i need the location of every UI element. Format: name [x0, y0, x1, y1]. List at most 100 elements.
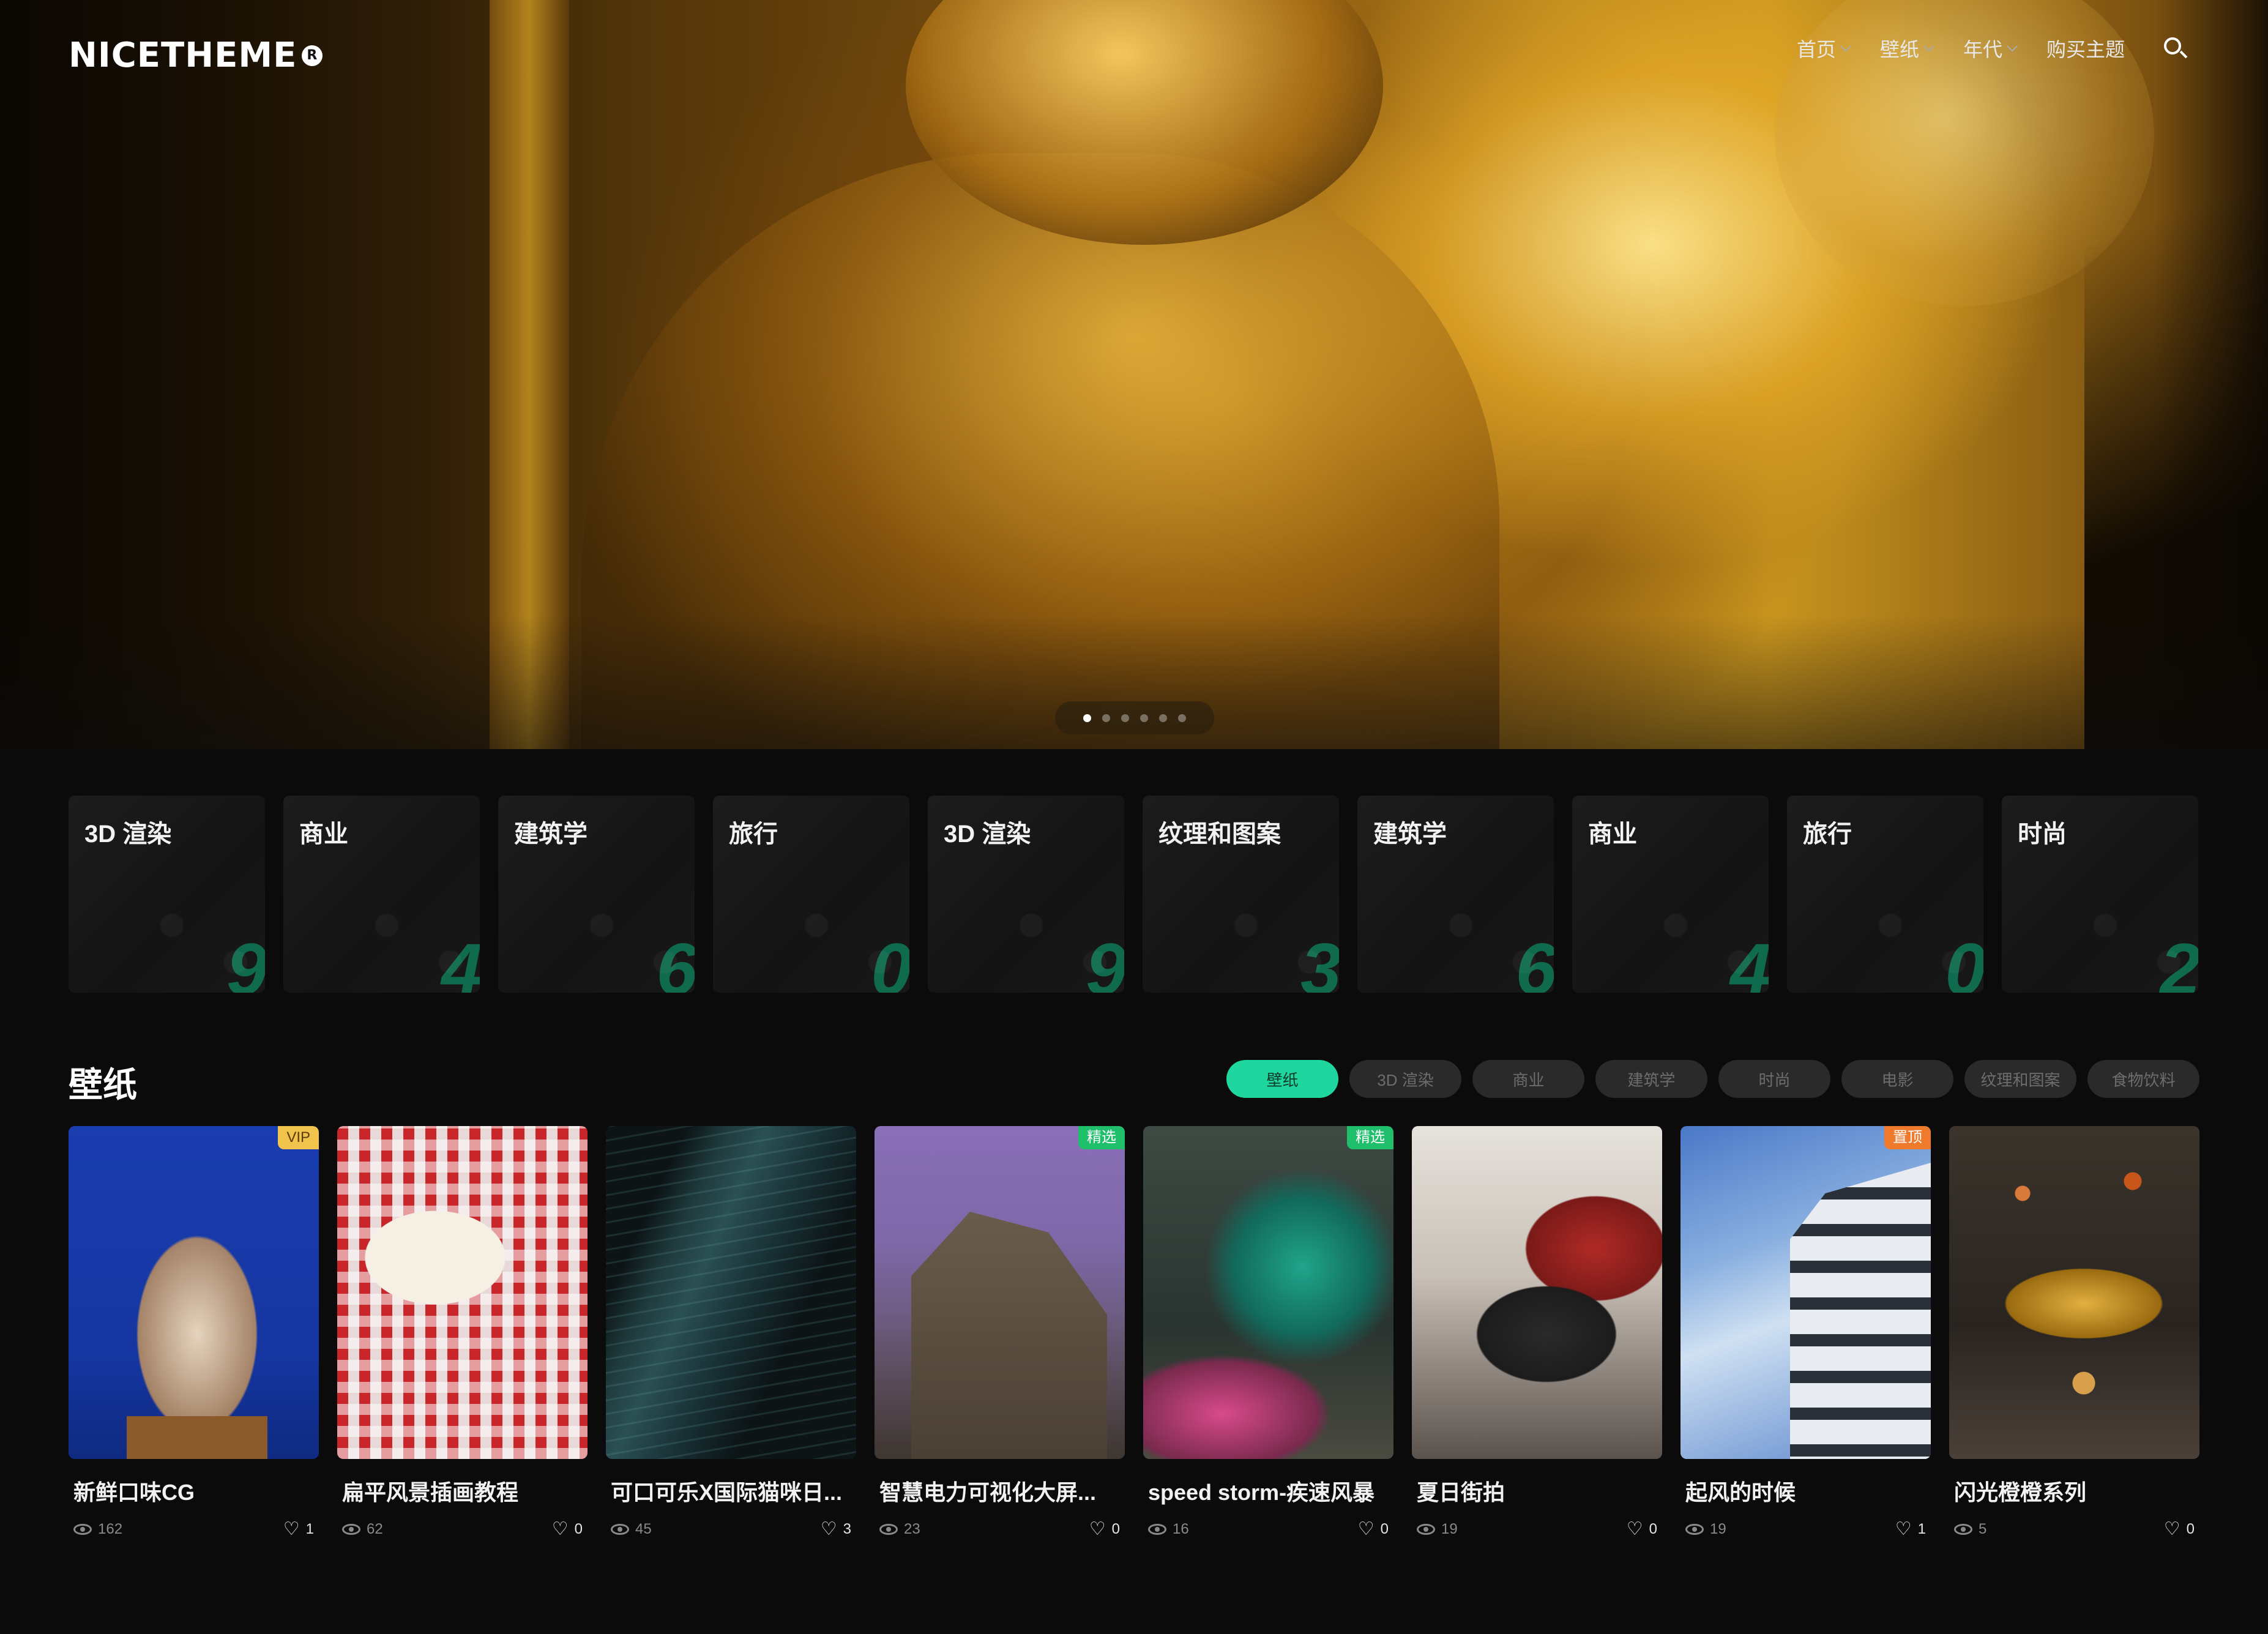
- like-button[interactable]: ♡ 0: [2164, 1520, 2195, 1539]
- view-count: 45: [635, 1521, 652, 1537]
- category-count: 4: [1730, 928, 1769, 993]
- category-label: 商业: [1588, 821, 1637, 848]
- hero-slide-indicator: [1055, 701, 1214, 734]
- post-card[interactable]: VIP 新鲜口味CG 162 ♡ 1: [69, 1126, 319, 1539]
- post-title[interactable]: 智慧电力可视化大屏...: [875, 1475, 1125, 1507]
- like-count: 0: [1380, 1521, 1389, 1537]
- filter-chip-active[interactable]: 壁纸: [1226, 1060, 1338, 1098]
- post-thumbnail[interactable]: 置顶: [1680, 1126, 1931, 1459]
- category-count: 6: [1515, 928, 1554, 993]
- like-button[interactable]: ♡ 0: [552, 1520, 583, 1539]
- vip-badge: VIP: [278, 1126, 319, 1149]
- category-card[interactable]: 建筑学 6: [498, 796, 695, 993]
- category-label: 旅行: [1803, 821, 1852, 848]
- view-count: 162: [98, 1521, 123, 1537]
- category-card[interactable]: 旅行 0: [713, 796, 909, 993]
- slide-dot[interactable]: [1121, 714, 1129, 722]
- post-thumbnail[interactable]: [1949, 1126, 2199, 1459]
- post-title[interactable]: speed storm-疾速风暴: [1143, 1475, 1393, 1507]
- heart-icon: ♡: [1089, 1519, 1106, 1539]
- category-label: 3D 渲染: [84, 821, 172, 848]
- like-button[interactable]: ♡ 1: [283, 1520, 314, 1539]
- section-title: 壁纸: [69, 1065, 137, 1104]
- filter-chip[interactable]: 食物饮料: [2087, 1060, 2199, 1098]
- post-thumbnail[interactable]: 精选: [875, 1126, 1125, 1459]
- post-title[interactable]: 闪光橙橙系列: [1949, 1475, 2199, 1507]
- nav-item-home[interactable]: 首页: [1797, 34, 1851, 62]
- post-title[interactable]: 新鲜口味CG: [69, 1475, 319, 1507]
- category-count: 4: [441, 928, 480, 993]
- post-card[interactable]: 置顶 起风的时候 19 ♡ 1: [1680, 1126, 1931, 1539]
- category-label: 商业: [299, 821, 348, 848]
- filter-chip[interactable]: 3D 渲染: [1349, 1060, 1461, 1098]
- pinned-badge: 置顶: [1884, 1126, 1931, 1149]
- category-count: 2: [2160, 928, 2198, 993]
- post-card[interactable]: 夏日街拍 19 ♡ 0: [1412, 1126, 1662, 1539]
- slide-dot[interactable]: [1083, 714, 1091, 722]
- category-card[interactable]: 3D 渲染 9: [928, 796, 1124, 993]
- category-label: 3D 渲染: [944, 821, 1031, 848]
- category-card[interactable]: 商业 4: [283, 796, 480, 993]
- heart-icon: ♡: [1357, 1519, 1375, 1539]
- post-title[interactable]: 可口可乐X国际猫咪日...: [606, 1475, 856, 1507]
- like-button[interactable]: ♡ 0: [1089, 1520, 1120, 1539]
- nav-item-label: 壁纸: [1879, 39, 1919, 61]
- filter-chip[interactable]: 时尚: [1718, 1060, 1830, 1098]
- post-thumbnail[interactable]: [606, 1126, 856, 1459]
- nav-item-buy-theme[interactable]: 购买主题: [2046, 34, 2125, 62]
- view-count: 23: [904, 1521, 920, 1537]
- post-grid: VIP 新鲜口味CG 162 ♡ 1 扁平风景插画教程 62 ♡ 0 可口可乐X国际…: [69, 1126, 2199, 1539]
- heart-icon: ♡: [2163, 1519, 2180, 1539]
- post-card[interactable]: 闪光橙橙系列 5 ♡ 0: [1949, 1126, 2199, 1539]
- post-meta: 5 ♡ 0: [1949, 1520, 2199, 1539]
- site-logo[interactable]: NICETHEME R: [69, 35, 323, 75]
- slide-dot[interactable]: [1102, 714, 1110, 722]
- slide-dot[interactable]: [1159, 714, 1167, 722]
- post-meta: 45 ♡ 3: [606, 1520, 856, 1539]
- post-card[interactable]: 精选 智慧电力可视化大屏... 23 ♡ 0: [875, 1126, 1125, 1539]
- view-count: 19: [1441, 1521, 1458, 1537]
- category-card[interactable]: 3D 渲染 9: [69, 796, 265, 993]
- like-button[interactable]: ♡ 0: [1627, 1520, 1657, 1539]
- category-card[interactable]: 建筑学 6: [1357, 796, 1554, 993]
- nav-item-wallpaper[interactable]: 壁纸: [1879, 34, 1934, 62]
- category-card[interactable]: 纹理和图案 3: [1143, 796, 1339, 993]
- slide-dot[interactable]: [1178, 714, 1186, 722]
- like-button[interactable]: ♡ 3: [821, 1520, 851, 1539]
- view-count: 62: [367, 1521, 383, 1537]
- eye-icon: [1954, 1524, 1972, 1535]
- post-title[interactable]: 夏日街拍: [1412, 1475, 1662, 1507]
- like-button[interactable]: ♡ 0: [1358, 1520, 1389, 1539]
- like-count: 0: [1111, 1521, 1120, 1537]
- heart-icon: ♡: [1895, 1519, 1912, 1539]
- category-count: 0: [871, 928, 909, 993]
- filter-chip[interactable]: 商业: [1472, 1060, 1584, 1098]
- category-label: 时尚: [2018, 821, 2067, 848]
- post-card[interactable]: 精选 speed storm-疾速风暴 16 ♡ 0: [1143, 1126, 1393, 1539]
- post-thumbnail[interactable]: [337, 1126, 588, 1459]
- hero-banner[interactable]: [0, 0, 2268, 749]
- eye-icon: [1685, 1524, 1704, 1535]
- post-thumbnail[interactable]: [1412, 1126, 1662, 1459]
- category-count: 6: [656, 928, 695, 993]
- filter-chip[interactable]: 建筑学: [1595, 1060, 1707, 1098]
- category-label: 旅行: [729, 821, 778, 848]
- chevron-down-icon: [1923, 41, 1934, 52]
- search-icon[interactable]: [2162, 35, 2188, 62]
- post-thumbnail[interactable]: VIP: [69, 1126, 319, 1459]
- category-card[interactable]: 时尚 2: [2002, 796, 2198, 993]
- post-thumbnail[interactable]: 精选: [1143, 1126, 1393, 1459]
- category-card[interactable]: 商业 4: [1572, 796, 1769, 993]
- post-meta: 23 ♡ 0: [875, 1520, 1125, 1539]
- filter-chip[interactable]: 纹理和图案: [1964, 1060, 2076, 1098]
- category-count: 0: [1945, 928, 1983, 993]
- nav-item-era[interactable]: 年代: [1963, 34, 2018, 62]
- post-card[interactable]: 扁平风景插画教程 62 ♡ 0: [337, 1126, 588, 1539]
- category-card[interactable]: 旅行 0: [1787, 796, 1983, 993]
- post-title[interactable]: 起风的时候: [1680, 1475, 1931, 1507]
- post-title[interactable]: 扁平风景插画教程: [337, 1475, 588, 1507]
- filter-chip[interactable]: 电影: [1841, 1060, 1953, 1098]
- like-button[interactable]: ♡ 1: [1895, 1520, 1926, 1539]
- post-card[interactable]: 可口可乐X国际猫咪日... 45 ♡ 3: [606, 1126, 856, 1539]
- slide-dot[interactable]: [1140, 714, 1148, 722]
